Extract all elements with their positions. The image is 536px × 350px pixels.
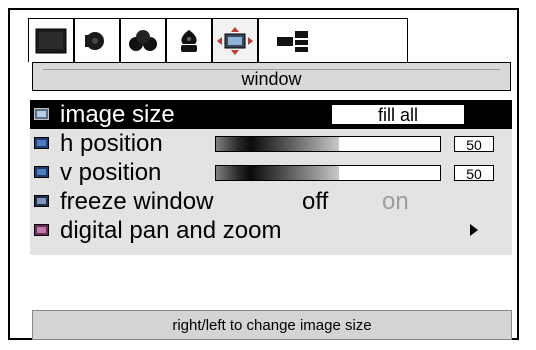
menu-item-label: h position — [60, 130, 163, 157]
color-circles-icon — [129, 29, 157, 51]
window-move-icon — [217, 26, 253, 55]
v-position-slider[interactable] — [215, 165, 441, 181]
v-position-value: 50 — [454, 165, 494, 182]
page-title: window — [241, 69, 302, 89]
tab-picture[interactable] — [28, 18, 74, 62]
menu-title-bar: window — [32, 62, 511, 91]
menu-item-digital-pan-zoom[interactable]: digital pan and zoom — [30, 216, 512, 245]
submenu-arrow-icon — [470, 224, 478, 236]
h-position-slider-fill — [216, 137, 340, 151]
freeze-window-icon — [34, 195, 49, 207]
menu-item-h-position[interactable]: h position 50 — [30, 129, 512, 158]
window-menu: image size fill all h position 50 v posi… — [30, 100, 512, 255]
image-size-icon — [34, 108, 49, 120]
hint-bar: right/left to change image size — [32, 310, 512, 340]
speaker-icon — [85, 31, 104, 50]
tab-setup[interactable] — [258, 18, 408, 62]
menu-item-image-size[interactable]: image size fill all — [30, 100, 512, 129]
tab-audio[interactable] — [74, 18, 120, 62]
menu-item-v-position[interactable]: v position 50 — [30, 158, 512, 187]
menu-item-freeze-window[interactable]: freeze window off on — [30, 187, 512, 216]
h-position-value: 50 — [454, 136, 494, 153]
pan-zoom-icon — [34, 224, 49, 236]
tab-bar — [28, 18, 506, 66]
tab-color[interactable] — [120, 18, 166, 62]
freeze-option-on[interactable]: on — [382, 187, 409, 216]
menu-item-label: v position — [60, 159, 162, 186]
freeze-option-off[interactable]: off — [302, 187, 328, 216]
v-position-icon — [34, 166, 49, 178]
image-size-value[interactable]: fill all — [331, 104, 465, 125]
h-position-slider[interactable] — [215, 136, 441, 152]
v-position-slider-fill — [216, 166, 340, 180]
h-position-icon — [34, 137, 49, 149]
menu-item-label: digital pan and zoom — [60, 217, 282, 244]
monitor-icon — [35, 28, 67, 53]
tab-settings[interactable] — [166, 18, 212, 62]
setup-grid-icon — [277, 30, 308, 52]
fan-icon — [181, 29, 197, 52]
tab-window[interactable] — [212, 18, 258, 62]
menu-item-label: image size — [60, 101, 175, 128]
menu-item-label: freeze window — [60, 188, 214, 215]
